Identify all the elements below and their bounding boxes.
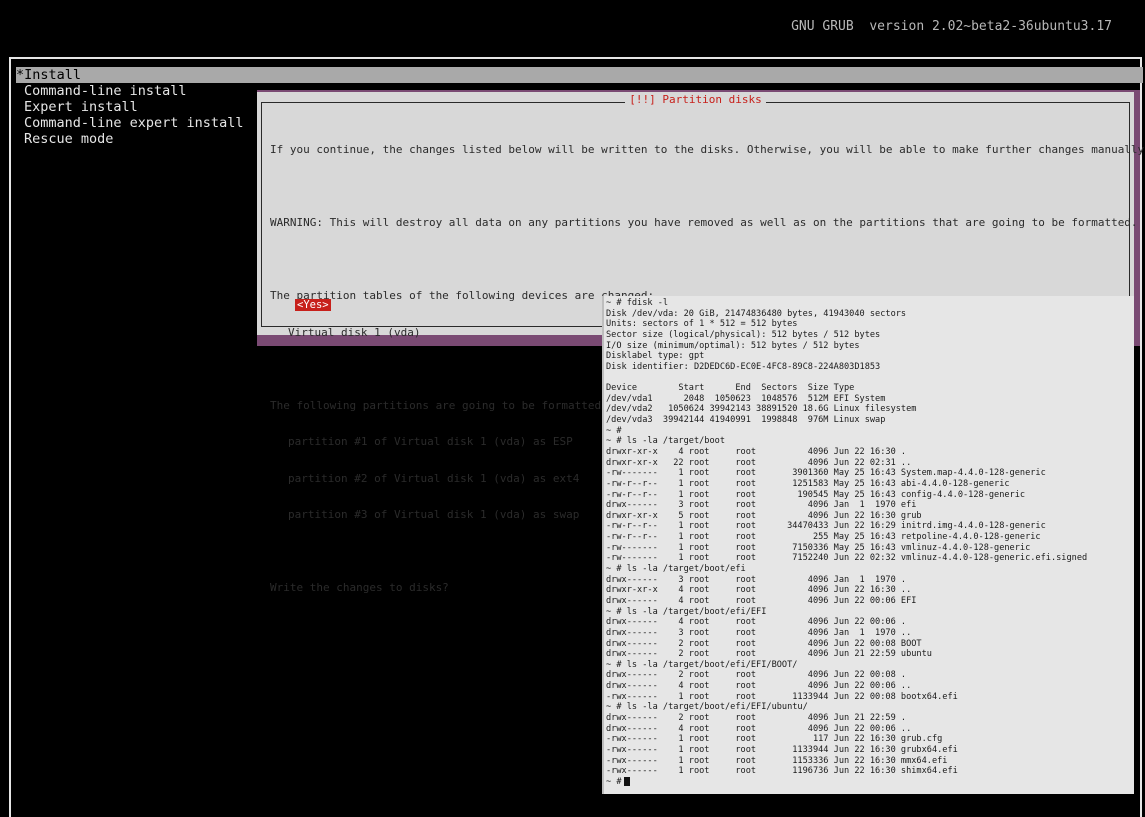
terminal-line: drwx------ 4 root root 4096 Jun 22 00:06… (606, 617, 907, 628)
terminal-line: -rwx------ 1 root root 1133944 Jun 22 16… (606, 744, 958, 755)
terminal-line: Disk /dev/vda: 20 GiB, 21474836480 bytes… (606, 308, 907, 319)
terminal-line: Disk identifier: D2DEDC6D-EC0E-4FC8-89C8… (606, 361, 881, 372)
yes-button[interactable]: <Yes> (295, 299, 331, 311)
terminal-line: drwx------ 2 root root 4096 Jun 21 22:59… (606, 649, 932, 660)
terminal-line: -rwx------ 1 root root 117 Jun 22 16:30 … (606, 734, 943, 745)
terminal-prompt-line[interactable]: ~ # (606, 776, 1134, 788)
terminal-line: -rw-r--r-- 1 root root 1251583 May 25 16… (606, 478, 1010, 489)
terminal-line: ~ # fdisk -l (606, 298, 669, 308)
terminal-line: ~ # ls -la /target/boot/efi (606, 564, 746, 575)
terminal-line: drwxr-xr-x 4 root root 4096 Jun 22 16:30… (606, 446, 907, 457)
grub-version-header: GNU GRUB version 2.02~beta2-36ubuntu3.17 (791, 19, 1112, 34)
terminal-line: drwxr-xr-x 5 root root 4096 Jun 22 16:30… (606, 510, 922, 521)
terminal-line: /dev/vda1 2048 1050623 1048576 512M EFI … (606, 393, 886, 404)
dialog-title-bar: [!!] Partition disks (257, 93, 1134, 106)
terminal-line: drwxr-xr-x 4 root root 4096 Jun 22 16:30… (606, 585, 912, 596)
terminal-cursor (623, 776, 630, 786)
terminal-line: -rw------- 1 root root 7152240 Jun 22 02… (606, 553, 1088, 564)
dialog-intro-text: If you continue, the changes listed belo… (270, 143, 1145, 156)
terminal-line: Sector size (logical/physical): 512 byte… (606, 329, 881, 340)
terminal-line: -rwx------ 1 root root 1153336 Jun 22 16… (606, 755, 948, 766)
terminal-window[interactable]: ~ # fdisk -l Disk /dev/vda: 20 GiB, 21474… (602, 296, 1134, 794)
terminal-line: drwx------ 3 root root 4096 Jan 1 1970 .… (606, 627, 912, 638)
terminal-line: -rw------- 1 root root 7150336 May 25 16… (606, 542, 1031, 553)
terminal-output: ~ # fdisk -l Disk /dev/vda: 20 GiB, 21474… (606, 298, 1134, 787)
terminal-line: ~ # ls -la /target/boot (606, 436, 725, 447)
terminal-line: -rw------- 1 root root 3901360 May 25 16… (606, 468, 1046, 479)
terminal-line: Units: sectors of 1 * 512 = 512 bytes (606, 319, 798, 330)
terminal-line: drwx------ 3 root root 4096 Jan 1 1970 e… (606, 500, 917, 511)
terminal-line: Disklabel type: gpt (606, 351, 705, 362)
terminal-line: -rwx------ 1 root root 1133944 Jun 22 00… (606, 691, 958, 702)
terminal-line: /dev/vda2 1050624 39942143 38891520 18.6… (606, 404, 917, 415)
terminal-line: ~ # ls -la /target/boot/efi/EFI/BOOT/ (606, 659, 798, 670)
terminal-line: drwx------ 4 root root 4096 Jun 22 00:06… (606, 723, 912, 734)
terminal-line: drwx------ 3 root root 4096 Jan 1 1970 . (606, 574, 907, 585)
terminal-line: drwxr-xr-x 22 root root 4096 Jun 22 02:3… (606, 457, 912, 468)
terminal-line: -rw-r--r-- 1 root root 255 May 25 16:43 … (606, 532, 1041, 543)
terminal-line: drwx------ 4 root root 4096 Jun 22 00:06… (606, 595, 917, 606)
terminal-line: drwx------ 4 root root 4096 Jun 22 00:06… (606, 681, 912, 692)
menu-item-install[interactable]: *Install (16, 67, 1143, 83)
terminal-line: drwx------ 2 root root 4096 Jun 21 22:59… (606, 712, 907, 723)
terminal-line: ~ # ls -la /target/boot/efi/EFI/ubuntu/ (606, 702, 808, 713)
terminal-line: /dev/vda3 39942144 41940991 1998848 976M… (606, 415, 886, 426)
dialog-warning-text: WARNING: This will destroy all data on a… (270, 216, 1138, 229)
terminal-line: Device Start End Sectors Size Type (606, 383, 855, 394)
terminal-line: drwx------ 2 root root 4096 Jun 22 00:08… (606, 638, 922, 649)
terminal-line: ~ # (606, 425, 622, 436)
terminal-line: ~ # ls -la /target/boot/efi/EFI (606, 606, 767, 617)
terminal-line: drwx------ 2 root root 4096 Jun 22 00:08… (606, 670, 907, 681)
terminal-line: -rw-r--r-- 1 root root 34470433 Jun 22 1… (606, 521, 1046, 532)
terminal-line: -rwx------ 1 root root 1196736 Jun 22 16… (606, 766, 958, 777)
terminal-line: I/O size (minimum/optimal): 512 bytes / … (606, 340, 860, 351)
terminal-prompt: ~ # (606, 776, 622, 787)
terminal-line: -rw-r--r-- 1 root root 190545 May 25 16:… (606, 489, 1026, 500)
dialog-title: [!!] Partition disks (625, 93, 766, 106)
